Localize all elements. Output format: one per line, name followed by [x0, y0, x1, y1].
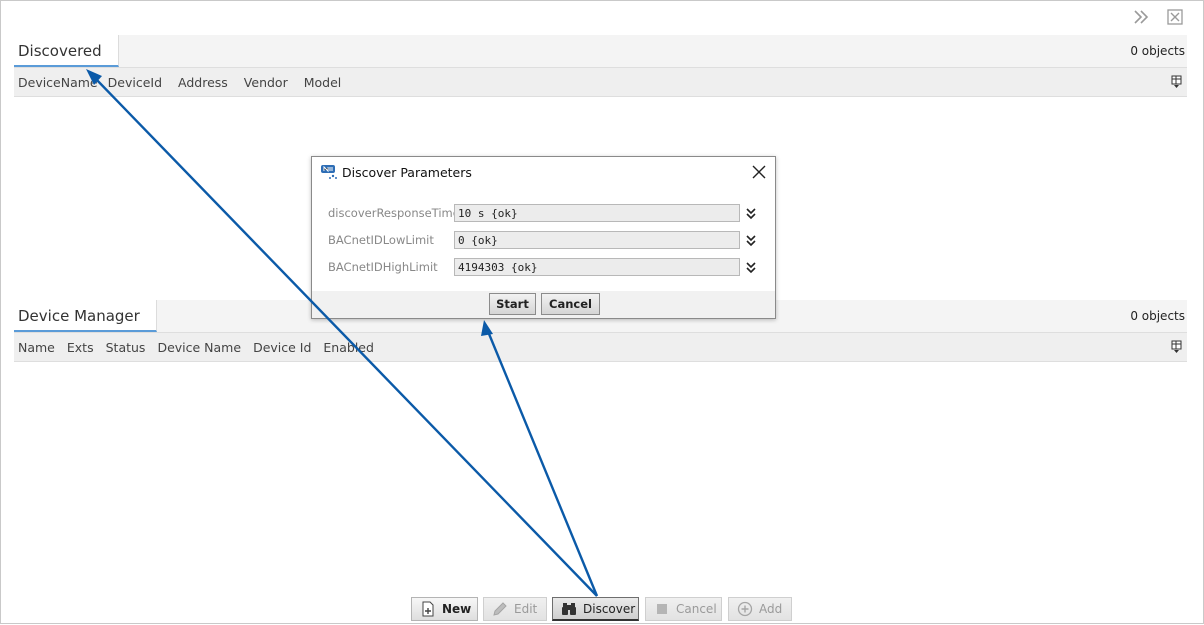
discover-label: Discover — [583, 601, 636, 616]
dialog-footer: Start Cancel — [312, 291, 775, 318]
column-address[interactable]: Address — [174, 75, 232, 90]
close-box-icon[interactable] — [1165, 7, 1185, 27]
pencil-icon — [492, 601, 508, 617]
double-chevron-down-icon[interactable] — [746, 232, 756, 247]
double-chevron-right-icon[interactable] — [1131, 7, 1151, 27]
add-circle-icon — [737, 601, 753, 617]
start-button[interactable]: Start — [489, 293, 536, 315]
cancel-toolbar-label: Cancel — [676, 602, 717, 616]
bacnet-id-high-limit-field[interactable]: 4194303 {ok} — [454, 258, 740, 276]
device-manager-column-header: Name Exts Status Device Name Device Id E… — [14, 332, 1187, 362]
column-device-id[interactable]: Device Id — [249, 340, 315, 355]
discovered-count: 0 objects — [1130, 44, 1185, 58]
new-document-icon — [420, 601, 436, 617]
double-chevron-down-icon[interactable] — [746, 205, 756, 220]
discovered-column-header: DeviceName DeviceId Address Vendor Model — [14, 67, 1187, 97]
cancel-button[interactable]: Cancel — [541, 293, 600, 315]
cancel-toolbar-button[interactable]: Cancel — [645, 597, 722, 621]
stop-icon — [654, 601, 670, 617]
column-chooser-icon[interactable] — [1171, 340, 1183, 354]
binoculars-icon — [561, 601, 577, 617]
column-chooser-icon[interactable] — [1171, 75, 1183, 89]
device-manager-tab[interactable]: Device Manager — [14, 300, 157, 332]
bacnet-id-low-limit-field[interactable]: 0 {ok} — [454, 231, 740, 249]
edit-label: Edit — [514, 602, 538, 616]
view-tools — [1131, 7, 1185, 27]
discovered-section-header: Discovered 0 objects — [14, 35, 1187, 67]
column-devicename[interactable]: DeviceName — [14, 75, 102, 90]
niagara-network-icon — [320, 164, 338, 180]
add-label: Add — [759, 602, 783, 616]
discovered-tab[interactable]: Discovered — [14, 35, 119, 67]
close-icon[interactable] — [752, 164, 766, 179]
discover-button[interactable]: Discover — [552, 597, 639, 621]
column-exts[interactable]: Exts — [63, 340, 98, 355]
discover-parameters-dialog: Discover Parameters discoverResponseTime… — [311, 156, 776, 319]
bacnet-id-high-limit-label: BACnetIDHighLimit — [328, 260, 438, 274]
bacnet-id-low-limit-label: BACnetIDLowLimit — [328, 233, 434, 247]
dialog-title: Discover Parameters — [342, 165, 472, 180]
column-enabled[interactable]: Enabled — [319, 340, 378, 355]
add-button[interactable]: Add — [728, 597, 792, 621]
new-button[interactable]: New — [411, 597, 478, 621]
column-deviceid[interactable]: DeviceId — [104, 75, 166, 90]
edit-button[interactable]: Edit — [483, 597, 547, 621]
column-device-name[interactable]: Device Name — [153, 340, 245, 355]
column-model[interactable]: Model — [300, 75, 346, 90]
column-name[interactable]: Name — [14, 340, 59, 355]
discover-response-time-label: discoverResponseTime — [328, 206, 460, 220]
device-manager-view: Discovered 0 objects DeviceName DeviceId… — [0, 0, 1204, 624]
double-chevron-down-icon[interactable] — [746, 259, 756, 274]
column-status[interactable]: Status — [102, 340, 150, 355]
new-label: New — [442, 602, 472, 616]
discover-response-time-field[interactable]: 10 s {ok} — [454, 204, 740, 222]
column-vendor[interactable]: Vendor — [240, 75, 292, 90]
device-manager-count: 0 objects — [1130, 309, 1185, 323]
